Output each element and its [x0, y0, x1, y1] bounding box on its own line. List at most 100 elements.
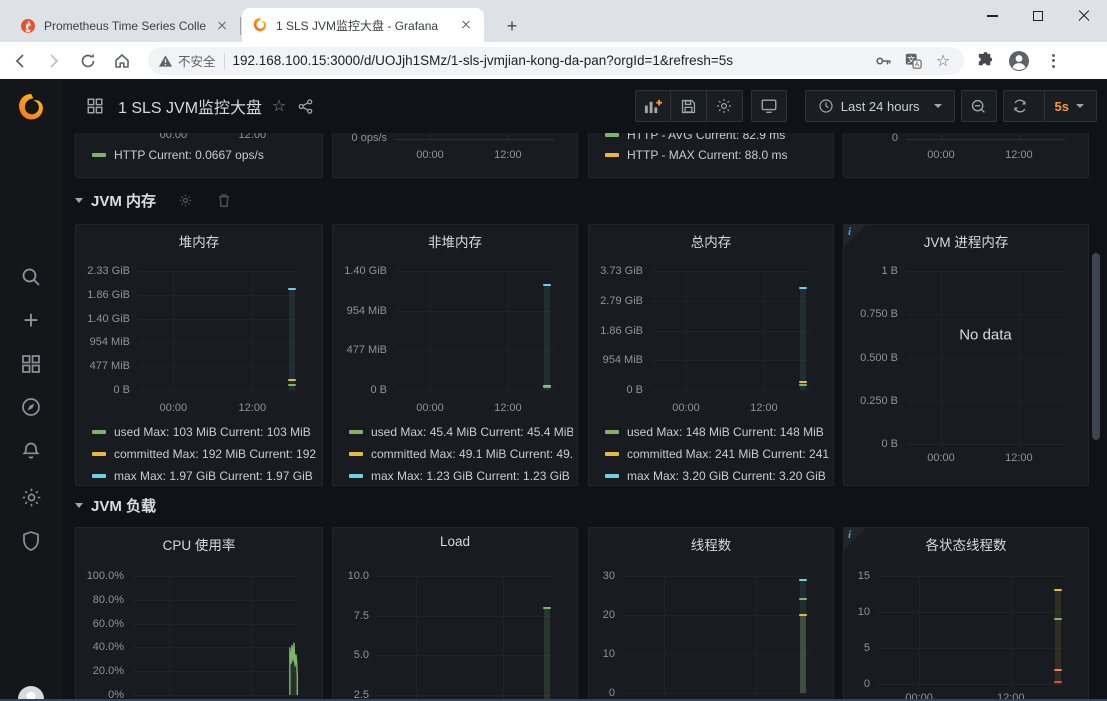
- extensions-icon[interactable]: [972, 48, 998, 74]
- section-label: JVM 负载: [91, 495, 156, 516]
- legend-item[interactable]: HTTP Current: 0.0667 ops/s: [76, 145, 322, 165]
- h-gridline: [878, 612, 1065, 613]
- close-tab-icon[interactable]: [458, 17, 474, 33]
- shield-icon[interactable]: [0, 527, 62, 555]
- panel-title[interactable]: CPU 使用率: [76, 534, 322, 554]
- legend-item[interactable]: used Max: 148 MiB Current: 148 MiB: [605, 423, 829, 441]
- refresh-button[interactable]: [1004, 91, 1036, 121]
- dashboard-grid-icon[interactable]: [82, 93, 108, 119]
- compass-icon[interactable]: [0, 393, 62, 421]
- share-icon[interactable]: [292, 93, 318, 119]
- browser-menu-kebab[interactable]: [1040, 48, 1066, 74]
- panel-title[interactable]: 总内存: [589, 231, 833, 251]
- legend-label: HTTP - MAX Current: 88.0 ms: [627, 148, 787, 162]
- panel-title[interactable]: 非堆内存: [333, 231, 577, 251]
- new-tab-button[interactable]: +: [500, 14, 524, 38]
- series-line: [1054, 669, 1062, 671]
- plus-icon[interactable]: +: [0, 306, 62, 334]
- add-panel-button[interactable]: [635, 90, 671, 122]
- dashboards-icon[interactable]: [0, 350, 62, 378]
- tab-grafana[interactable]: 1 SLS JVM监控大盘 - Grafana: [242, 8, 484, 42]
- save-dashboard-button[interactable]: [671, 90, 707, 122]
- refresh-interval-select[interactable]: 5s: [1044, 91, 1088, 121]
- panel-title[interactable]: 各状态线程数: [844, 534, 1088, 554]
- translate-icon[interactable]: 文A: [902, 50, 924, 72]
- legend-item[interactable]: max Max: 1.23 GiB Current: 1.23 GiB: [349, 467, 573, 485]
- close-window-button[interactable]: [1061, 0, 1107, 32]
- dashboard-scroll-area[interactable]: 00:0012:00HTTP Current: 0.0667 ops/s0 op…: [62, 133, 1107, 701]
- axis-tick: [430, 135, 431, 140]
- plot-area[interactable]: 1.40 GiB954 MiB477 MiB0 B: [395, 271, 554, 390]
- h-gridline: [138, 366, 299, 367]
- panel-title[interactable]: Load: [333, 534, 577, 549]
- panel-ops-rate: 0 ops/s00:0012:00: [332, 133, 578, 178]
- time-range-picker[interactable]: Last 24 hours: [805, 90, 955, 122]
- v-gridline: [503, 576, 504, 701]
- h-gridline: [651, 360, 810, 361]
- profile-avatar[interactable]: [1006, 48, 1032, 74]
- legend-item[interactable]: committed Max: 192 MiB Current: 192 MiB: [92, 445, 318, 463]
- panel-title[interactable]: JVM 进程内存: [844, 231, 1088, 251]
- forward-button[interactable]: [40, 47, 68, 75]
- plot-area[interactable]: 1 B0.750 B0.500 B0.250 B0 BNo data: [906, 271, 1065, 444]
- v-gridline: [173, 271, 174, 390]
- y-tick-label: 0.500 B: [844, 352, 898, 364]
- v-gridline: [1019, 271, 1020, 444]
- series-area-fill: [800, 615, 806, 693]
- maximize-button[interactable]: [1015, 0, 1061, 32]
- legend-item[interactable]: HTTP - MAX Current: 88.0 ms: [589, 145, 833, 165]
- series-line: [799, 287, 807, 289]
- panel-title[interactable]: 堆内存: [76, 231, 322, 251]
- row-gear-icon[interactable]: [178, 193, 193, 208]
- dashboard-title[interactable]: 1 SLS JVM监控大盘: [118, 94, 262, 118]
- plot-area[interactable]: 151050: [878, 576, 1065, 684]
- legend-item[interactable]: used Max: 103 MiB Current: 103 MiB: [92, 423, 318, 441]
- section-header[interactable]: JVM 负载: [75, 495, 156, 516]
- v-gridline: [764, 271, 765, 390]
- y-tick-label: 954 MiB: [589, 354, 643, 366]
- bell-icon[interactable]: [0, 437, 62, 465]
- plot-area[interactable]: 3.73 GiB2.79 GiB1.86 GiB954 MiB0 B: [651, 271, 810, 390]
- legend-item[interactable]: max Max: 3.20 GiB Current: 3.20 GiB: [605, 467, 829, 485]
- back-button[interactable]: [6, 47, 34, 75]
- minimize-button[interactable]: [969, 0, 1015, 32]
- plot-area[interactable]: 100.0%80.0%60.0%40.0%20.0%0%: [132, 576, 299, 695]
- close-tab-icon[interactable]: [214, 18, 230, 34]
- series-line: [543, 607, 551, 609]
- section-header[interactable]: JVM 内存: [75, 190, 231, 211]
- home-button[interactable]: [108, 47, 136, 75]
- security-chip[interactable]: 不安全: [158, 51, 216, 70]
- y-tick-label: 1.40 GiB: [333, 265, 387, 277]
- x-ticks-row: 00:0012:00: [76, 133, 322, 145]
- search-icon[interactable]: [0, 263, 62, 291]
- legend-item[interactable]: committed Max: 49.1 MiB Current: 49.1 Mi…: [349, 445, 573, 463]
- scrollbar-thumb[interactable]: [1092, 253, 1100, 440]
- url-text[interactable]: 192.168.100.15:3000/d/UOJjh1SMz/1-sls-jv…: [233, 53, 864, 68]
- password-key-icon[interactable]: [872, 50, 894, 72]
- legend-item[interactable]: committed Max: 241 MiB Current: 241 MiB: [605, 445, 829, 463]
- legend-item[interactable]: HTTP - AVG Current: 82.9 ms: [589, 133, 833, 145]
- favorite-star-icon[interactable]: ☆: [266, 93, 292, 119]
- plot-area[interactable]: 3020100: [623, 576, 810, 693]
- panel-title[interactable]: 线程数: [589, 534, 833, 554]
- legend-item[interactable]: max Max: 1.97 GiB Current: 1.97 GiB: [92, 467, 318, 485]
- x-tick-label: 12:00: [239, 402, 267, 414]
- dashboard-settings-button[interactable]: [707, 90, 743, 122]
- y-tick-label: 0: [589, 687, 615, 699]
- tv-cycle-button[interactable]: [751, 90, 787, 122]
- tab-prometheus[interactable]: Prometheus Time Series Colle: [10, 10, 240, 42]
- grafana-logo[interactable]: [0, 89, 62, 127]
- row-trash-icon[interactable]: [217, 193, 231, 208]
- plot-area[interactable]: 2.33 GiB1.86 GiB1.40 GiB954 MiB477 MiB0 …: [138, 271, 299, 390]
- legend-item[interactable]: used Max: 45.4 MiB Current: 45.4 MiB: [349, 423, 573, 441]
- zoom-out-button[interactable]: [961, 90, 997, 122]
- address-bar[interactable]: 不安全 192.168.100.15:3000/d/UOJjh1SMz/1-sl…: [148, 47, 964, 75]
- x-tick-label: 00:00: [927, 452, 955, 464]
- gear-icon[interactable]: [0, 483, 62, 511]
- series-line: [543, 284, 551, 286]
- plot-area[interactable]: 10.07.55.02.5: [377, 576, 554, 701]
- y-tick-label: 10: [589, 648, 615, 660]
- time-range-label: Last 24 hours: [841, 99, 920, 114]
- reload-button[interactable]: [74, 47, 102, 75]
- bookmark-star-icon[interactable]: ☆: [932, 50, 954, 72]
